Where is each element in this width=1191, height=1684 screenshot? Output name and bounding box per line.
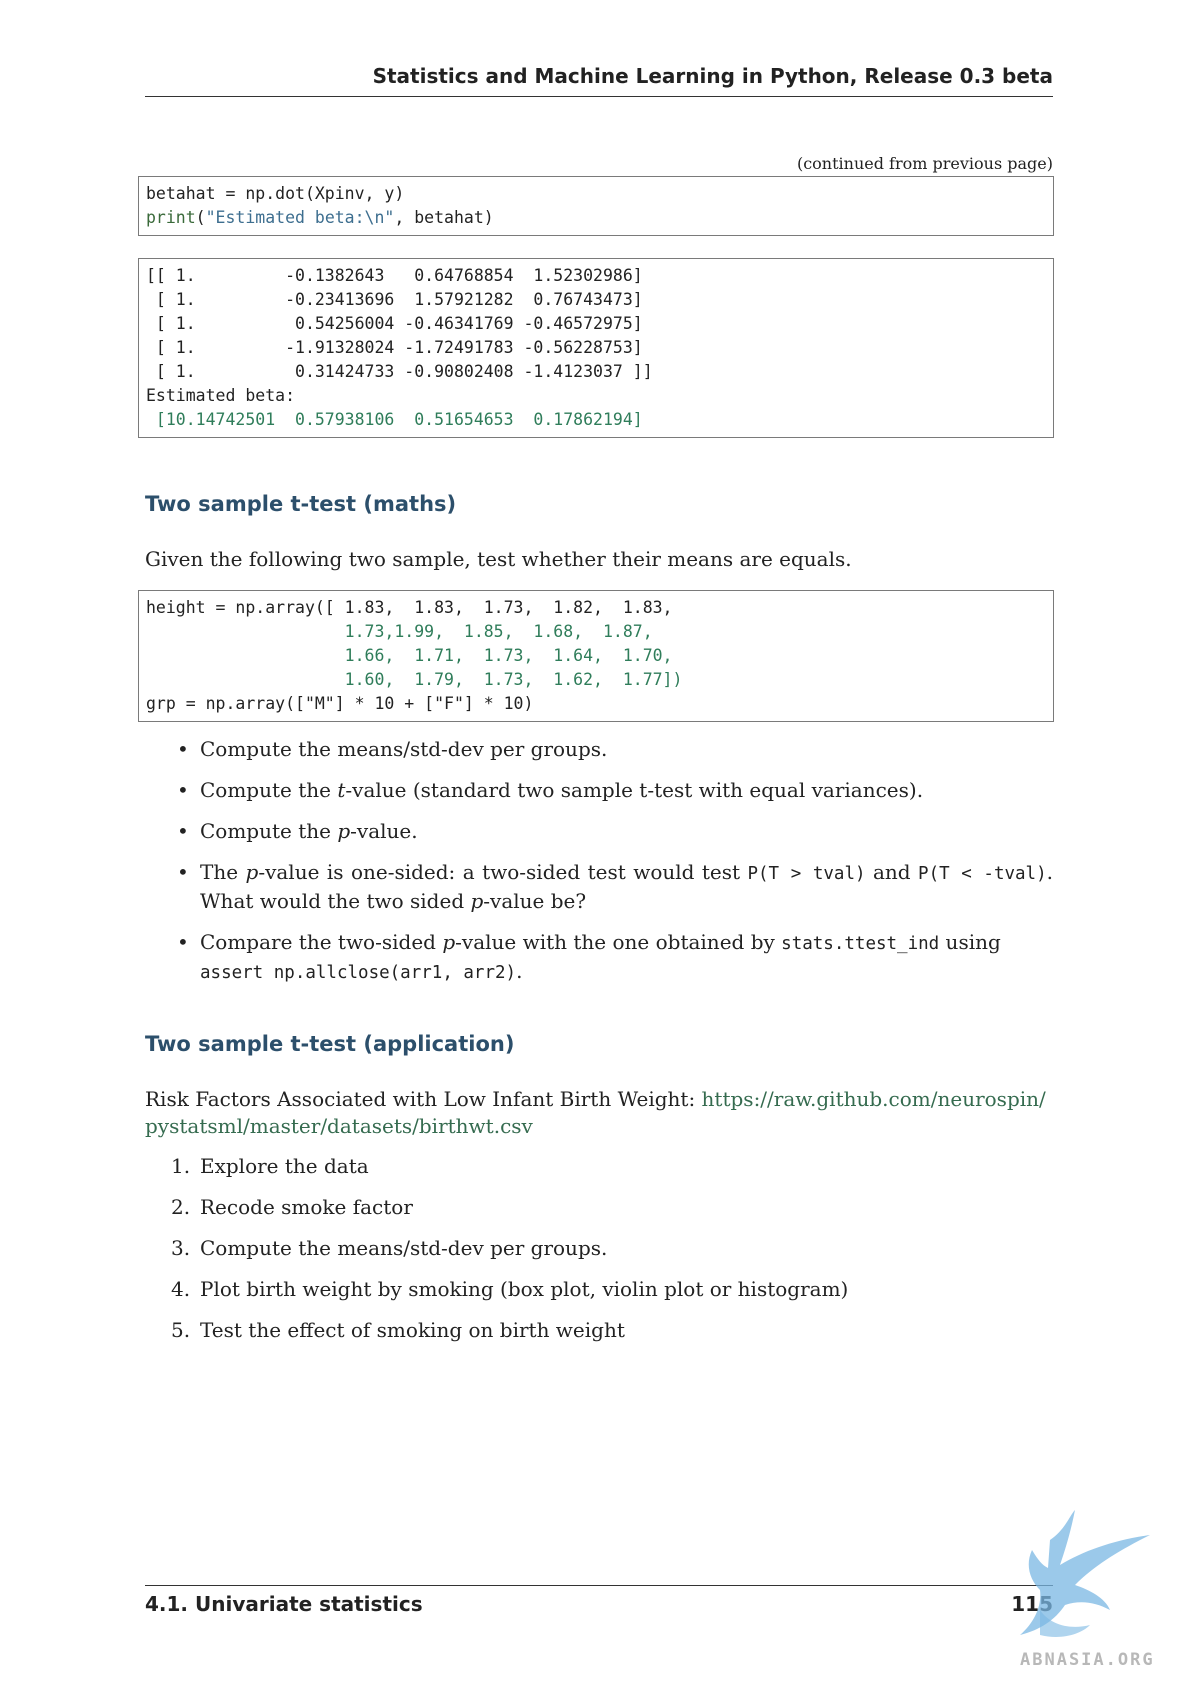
list-item: 3. Compute the means/std-dev per groups. <box>171 1236 608 1260</box>
list-item: Compute the p-value. <box>145 818 1053 845</box>
code-line: 1.66, 1.71, 1.73, 1.64, 1.70, <box>146 646 673 665</box>
inline-code: P(T > tval) <box>747 864 866 884</box>
code-line-2-rest: , betahat) <box>394 208 494 227</box>
code-line: grp = np.array(["M"] * 10 + ["F"] * 10) <box>146 694 534 713</box>
code-block-height: height = np.array([ 1.83, 1.83, 1.73, 1.… <box>138 590 1054 722</box>
code-line-1: betahat = np.dot(Xpinv, y) <box>146 184 405 203</box>
output-row: [[ 1. -0.1382643 0.64768854 1.52302986] <box>146 266 643 285</box>
page-header: Statistics and Machine Learning in Pytho… <box>145 64 1053 97</box>
section-heading-application: Two sample t-test (application) <box>145 1032 515 1056</box>
section-intro-application: Risk Factors Associated with Low Infant … <box>145 1087 1046 1138</box>
list-item: 1. Explore the data <box>171 1154 369 1178</box>
footer-section: 4.1. Univariate statistics <box>145 1592 423 1616</box>
task-list: Compute the means/std-dev per groups. Co… <box>145 736 1053 1001</box>
code-line: height = np.array([ 1.83, 1.83, 1.73, 1.… <box>146 598 673 617</box>
output-block-betahat: [[ 1. -0.1382643 0.64768854 1.52302986] … <box>138 258 1054 438</box>
inline-code: stats.ttest_ind <box>781 934 940 954</box>
code-string: "Estimated beta:\n" <box>205 208 395 227</box>
footer-divider <box>145 1585 1053 1586</box>
output-row: [10.14742501 0.57938106 0.51654653 0.178… <box>146 410 643 429</box>
section-intro-maths: Given the following two sample, test whe… <box>145 547 852 571</box>
output-row: Estimated beta: <box>146 386 296 405</box>
watermark-bird-icon <box>1020 1510 1150 1637</box>
code-line: 1.60, 1.79, 1.73, 1.62, 1.77]) <box>146 670 683 689</box>
continued-note: (continued from previous page) <box>796 154 1053 173</box>
output-row: [ 1. 0.31424733 -0.90802408 -1.4123037 ]… <box>146 362 653 381</box>
list-item: 4. Plot birth weight by smoking (box plot… <box>171 1277 849 1301</box>
output-row: [ 1. -0.23413696 1.57921282 0.76743473] <box>146 290 643 309</box>
code-block-betahat: betahat = np.dot(Xpinv, y) print("Estima… <box>138 176 1054 236</box>
inline-code: P(T < -tval) <box>918 864 1047 884</box>
watermark-text: ABNASIA.ORG <box>1020 1650 1155 1670</box>
output-row: [ 1. 0.54256004 -0.46341769 -0.46572975] <box>146 314 643 333</box>
code-print-fn: print <box>146 208 196 227</box>
inline-code: assert np.allclose(arr1, arr2) <box>200 963 517 983</box>
list-item: The p-value is one-sided: a two-sided te… <box>145 859 1053 915</box>
list-item: Compute the t-value (standard two sample… <box>145 777 1053 804</box>
section-heading-maths: Two sample t-test (maths) <box>145 492 457 516</box>
steps-list: 1. Explore the data 2. Recode smoke factor… <box>145 1153 1053 1358</box>
list-item: Compare the two-sided p-value with the o… <box>145 929 1053 987</box>
output-row: [ 1. -1.91328024 -1.72491783 -0.56228753… <box>146 338 643 357</box>
list-item: 2. Recode smoke factor <box>171 1195 413 1219</box>
code-line: 1.73,1.99, 1.85, 1.68, 1.87, <box>146 622 653 641</box>
list-item: Compute the means/std-dev per groups. <box>145 736 1053 763</box>
list-item: 5. Test the effect of smoking on birth we… <box>171 1318 625 1342</box>
code-paren: ( <box>195 208 206 227</box>
